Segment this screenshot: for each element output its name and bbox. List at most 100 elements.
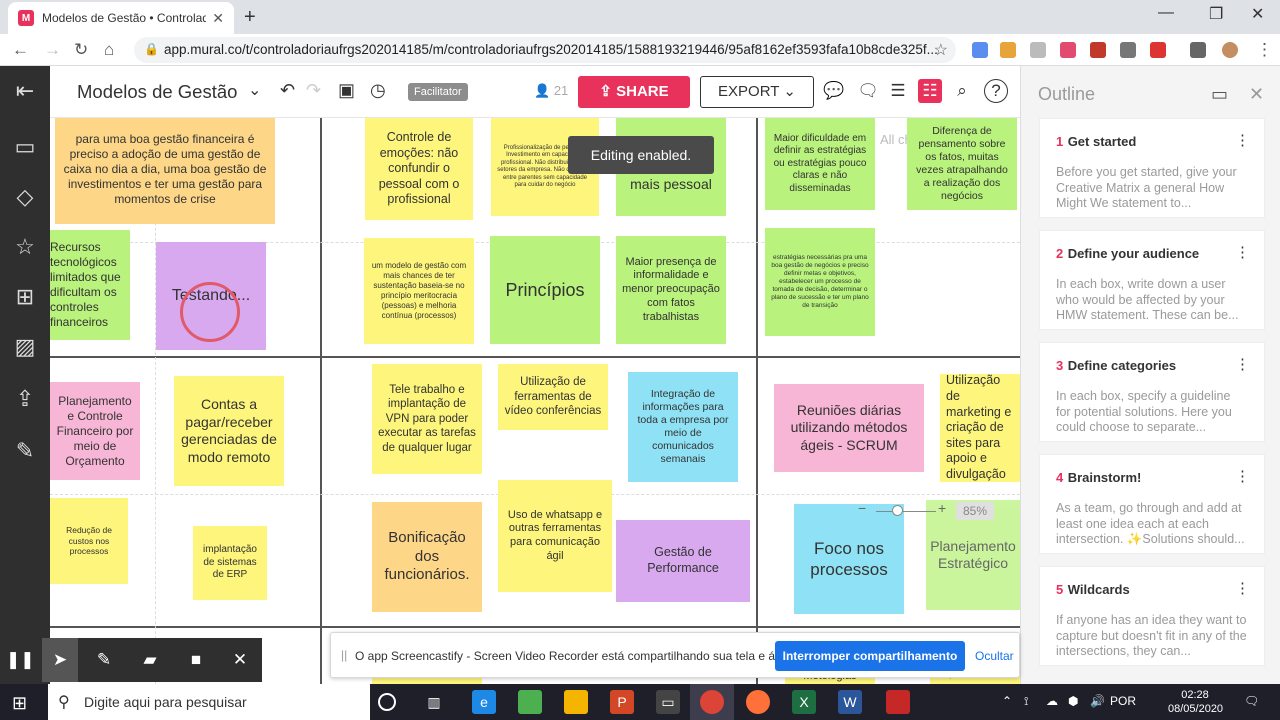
online-users-count[interactable]: 👤 21 [534,83,568,99]
facilitator-badge[interactable]: Facilitator [408,83,468,101]
reload-icon[interactable]: ↻ [74,40,88,60]
task-view-icon[interactable]: ▥ [422,690,446,714]
zoom-out-icon[interactable]: − [858,500,866,516]
minimize-icon[interactable]: — [1158,4,1174,22]
extension-dropbox-icon[interactable] [972,42,988,58]
notifications-icon[interactable]: 🗨 [1244,694,1259,708]
templates-grid-icon[interactable]: ⊞ [12,284,38,310]
zoom-slider-handle[interactable] [892,505,903,516]
firefox-icon[interactable] [746,690,770,714]
tab-close-icon[interactable]: ✕ [212,10,224,27]
sticky-note[interactable]: Uso de whatsapp e outras ferramentas par… [498,480,612,592]
sticky-note-icon[interactable]: ▭ [12,134,38,160]
outline-item[interactable]: 1 Get started ⋮ Before you get started, … [1039,118,1265,218]
redo-icon[interactable]: ↷ [306,80,321,101]
profile-avatar[interactable] [1222,42,1238,58]
forward-icon[interactable]: → [44,40,61,60]
excel-icon[interactable]: X [792,690,816,714]
window-app-icon[interactable]: ▭ [656,690,680,714]
mural-title[interactable]: Modelos de Gestão [77,81,237,103]
extension-screencastify-icon[interactable] [1150,42,1166,58]
shapes-icon[interactable]: ◇ [12,184,38,210]
comments-icon[interactable]: 💬 [822,79,846,103]
sticky-note[interactable]: Utilização de marketing e criação de sit… [940,374,1020,482]
extension-icon[interactable] [1000,42,1016,58]
outline-list-icon[interactable]: ☷ [918,79,942,103]
sticky-note[interactable]: Recursos tecnológicos limitados que difi… [50,230,130,340]
onedrive-icon[interactable]: ☁ [1046,694,1058,708]
pause-icon[interactable]: ❚❚ [6,648,35,672]
dropbox-icon[interactable]: ⬢ [1068,694,1078,708]
drag-handle-icon[interactable]: || [341,648,347,662]
search-icon[interactable]: ⌕ [950,79,974,103]
zoom-slider-track[interactable] [876,511,936,512]
app-icon[interactable] [886,690,910,714]
sticky-note[interactable]: Integração de informações para toda a em… [628,372,738,482]
sticky-note[interactable]: estratégias necessárias pra uma boa gest… [765,228,875,336]
chat-icon[interactable]: 🗨 [856,79,880,103]
sticky-note[interactable]: Gestão de Performance [616,520,750,602]
file-explorer-icon[interactable] [564,690,588,714]
taskbar-search[interactable]: ⚲ Digite aqui para pesquisar [48,684,370,720]
export-button[interactable]: EXPORT ⌄ [700,76,814,108]
home-icon[interactable]: ⌂ [104,40,114,60]
url-field[interactable]: 🔒 app.mural.co/t/controladoriaufrgs20201… [134,37,956,63]
icons-star-icon[interactable]: ☆ [12,234,38,260]
tray-chevron-up-icon[interactable]: ⌃ [1002,694,1012,708]
cortana-icon[interactable] [378,693,396,711]
sticky-note[interactable]: Diferença de pensamento sobre os fatos, … [907,118,1017,210]
new-tab-icon[interactable]: + [244,6,256,29]
mural-canvas[interactable]: All changes saved para uma boa gestão fi… [50,118,1020,684]
outline-item[interactable]: 2 Define your audience ⋮ In each box, wr… [1039,230,1265,330]
zoom-control[interactable]: − + 85% [850,500,1000,524]
outline-item[interactable]: 3 Define categories ⋮ In each box, speci… [1039,342,1265,442]
pointer-cursor-icon[interactable]: ➤ [48,648,72,672]
maximize-icon[interactable]: ❐ [1209,4,1223,24]
item-menu-icon[interactable]: ⋮ [1235,243,1250,261]
sticky-note[interactable]: Princípios [490,236,600,344]
pen-icon[interactable]: ✎ [92,648,116,672]
outline-frame-icon[interactable]: ▣ [338,80,355,101]
title-chevron-down-icon[interactable]: ⌄ [248,80,261,100]
hide-link[interactable]: Ocultar [975,649,1014,663]
extension-list-icon[interactable] [1190,42,1206,58]
browser-menu-icon[interactable]: ⋮ [1256,40,1273,60]
undo-icon[interactable]: ↶ [280,80,295,101]
bookmark-star-icon[interactable]: ☆ [934,40,948,60]
extension-mendeley-icon[interactable] [1120,42,1136,58]
sticky-note[interactable]: um modelo de gestão com mais chances de … [364,238,474,344]
close-outline-icon[interactable]: ✕ [1249,84,1264,105]
timer-icon[interactable]: ◷ [370,80,386,101]
webcam-icon[interactable]: ■ [184,648,208,672]
close-toolbar-icon[interactable]: ✕ [228,648,252,672]
extension-pdf-icon[interactable] [1090,42,1106,58]
powerpoint-icon[interactable]: P [610,690,634,714]
extension-doc-icon[interactable] [1030,42,1046,58]
sticky-note[interactable]: Maior presença de informalidade e menor … [616,236,726,344]
help-icon[interactable]: ? [984,79,1008,103]
stop-sharing-button[interactable]: Interromper compartilhamento [775,641,965,671]
item-menu-icon[interactable]: ⋮ [1235,355,1250,373]
zoom-in-icon[interactable]: + [938,500,946,516]
share-button[interactable]: ⇪ SHARE [578,76,690,108]
outline-item[interactable]: 4 Brainstorm! ⋮ As a team, go through an… [1039,454,1265,554]
window-close-icon[interactable]: ✕ [1251,4,1264,24]
sticky-note[interactable]: para uma boa gestão financeira é preciso… [55,118,275,224]
outline-item[interactable]: 5 Wildcards ⋮ If anyone has an idea they… [1039,566,1265,666]
network-icon[interactable]: ⟟ [1024,694,1028,709]
windows-start-icon[interactable]: ⊞ [12,693,27,714]
chrome-icon[interactable] [700,690,724,714]
draw-pencil-icon[interactable]: ✎ [12,438,38,464]
sticky-note[interactable]: Controle de emoções: não confundir o pes… [365,118,473,220]
present-icon[interactable]: ▭ [1211,84,1228,105]
collapse-sidebar-icon[interactable]: ⇤ [12,78,38,104]
sticky-note[interactable]: Contas a pagar/receber gerenciadas de mo… [174,376,284,486]
images-icon[interactable]: ▨ [12,334,38,360]
upload-icon[interactable]: ⇪ [12,386,38,412]
system-clock[interactable]: 02:28 08/05/2020 [1168,688,1223,716]
language-indicator[interactable]: POR [1110,694,1136,708]
sticky-note[interactable]: Bonificação dos funcionários. [372,502,482,612]
sticky-note[interactable]: Tele trabalho e implantação de VPN para … [372,364,482,474]
word-icon[interactable]: W [838,690,862,714]
sticky-note[interactable]: Planejamento e Controle Financeiro por m… [50,382,140,480]
